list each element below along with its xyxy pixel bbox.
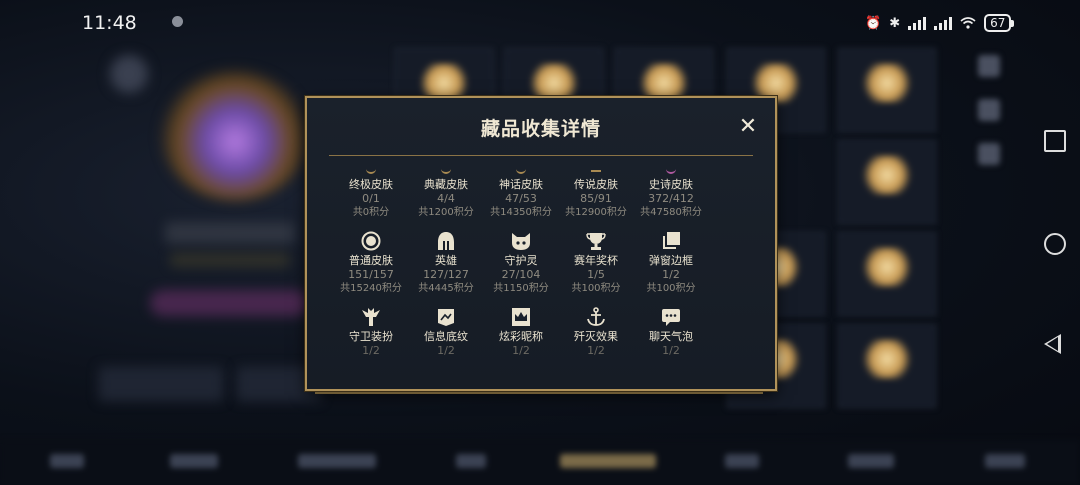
ward-skin-icon (329, 306, 413, 328)
collection-item-chroma-nickname[interactable]: 炫彩昵称 1/2 (479, 306, 563, 358)
blurred-skin-tile (838, 324, 936, 408)
chat-bubble-icon (629, 306, 713, 328)
status-bar: 11:48 ⏰ ✱ 67 (0, 0, 1080, 44)
collection-details-dialog: 藏品收集详情 ✕ 终极皮肤 0/1 共0积分 典藏皮肤 4/4 共1200积分 … (305, 96, 777, 391)
collection-item-chat-bubble[interactable]: 聊天气泡 1/2 (629, 306, 713, 358)
back-button[interactable] (1044, 334, 1061, 354)
signal-icon (908, 16, 927, 30)
signal-icon (934, 16, 953, 30)
system-navigation-bar (1030, 0, 1080, 485)
blurred-player-name (165, 222, 295, 244)
legendary-skin-icon (554, 168, 638, 176)
collection-item-ward-spirit[interactable]: 守护灵 27/104 共1150积分 (479, 230, 563, 296)
blurred-side-toolbar (978, 55, 1006, 187)
collection-item-ward-skin[interactable]: 守卫装扮 1/2 (329, 306, 413, 358)
battery-icon: 67 (984, 14, 1015, 32)
blurred-button (100, 368, 222, 400)
helmet-icon (404, 230, 488, 252)
dialog-bottom-edge (315, 392, 763, 394)
crown-icon (479, 306, 563, 328)
trophy-icon (554, 230, 638, 252)
collection-item-standard-skin[interactable]: 普通皮肤 151/157 共15240积分 (329, 230, 413, 296)
clock: 11:48 (82, 12, 137, 34)
blurred-player-rank (170, 253, 290, 267)
collection-row: 守卫装扮 1/2 信息底纹 1/2 炫彩昵称 1/2 歼灭效果 1/2 聊天气泡… (329, 306, 749, 376)
collection-item-season-trophy[interactable]: 赛年奖杯 1/5 共100积分 (554, 230, 638, 296)
collection-item-epic-skin[interactable]: 史诗皮肤 372/412 共47580积分 (629, 168, 713, 220)
notification-dot-icon (172, 16, 183, 27)
blurred-avatar-icon (110, 55, 148, 93)
standard-skin-icon (329, 230, 413, 252)
bluetooth-icon: ✱ (889, 15, 901, 31)
recent-apps-button[interactable] (1044, 130, 1066, 152)
home-button[interactable] (1044, 233, 1066, 255)
collection-row: 普通皮肤 151/157 共15240积分 英雄 127/127 共4445积分… (329, 230, 749, 300)
dialog-title: 藏品收集详情 (480, 118, 601, 140)
collection-item-legendary-skin[interactable]: 传说皮肤 85/91 共12900积分 (554, 168, 638, 220)
blurred-skin-tile (838, 232, 936, 316)
title-divider (329, 155, 753, 156)
collection-item-ultimate-skin[interactable]: 终极皮肤 0/1 共0积分 (329, 168, 413, 220)
collection-item-mythic-skin[interactable]: 神话皮肤 47/53 共14350积分 (479, 168, 563, 220)
blurred-skin-tile (838, 48, 936, 132)
blurred-profile-emblem (160, 70, 310, 200)
close-button[interactable]: ✕ (737, 116, 759, 138)
status-icons: ⏰ ✱ 67 (865, 14, 1015, 32)
collection-item-info-banner[interactable]: 信息底纹 1/2 (404, 306, 488, 358)
collection-item-dialog-frame[interactable]: 弹窗边框 1/2 共100积分 (629, 230, 713, 296)
collection-row: 终极皮肤 0/1 共0积分 典藏皮肤 4/4 共1200积分 神话皮肤 47/5… (329, 168, 749, 238)
epic-skin-icon (629, 168, 713, 176)
frame-icon (629, 230, 713, 252)
blurred-badge-pill (150, 290, 310, 316)
ultimate-skin-icon (329, 168, 413, 176)
collection-item-ace-effect[interactable]: 歼灭效果 1/2 (554, 306, 638, 358)
mythic-skin-icon (479, 168, 563, 176)
legacy-skin-icon (404, 168, 488, 176)
alarm-icon: ⏰ (865, 15, 882, 31)
banner-icon (404, 306, 488, 328)
ward-spirit-icon (479, 230, 563, 252)
wifi-icon (960, 17, 976, 29)
collection-item-legacy-skin[interactable]: 典藏皮肤 4/4 共1200积分 (404, 168, 488, 220)
anchor-icon (554, 306, 638, 328)
blurred-skin-tile (838, 140, 936, 224)
collection-item-champion[interactable]: 英雄 127/127 共4445积分 (404, 230, 488, 296)
blurred-bottom-tabs (0, 440, 1080, 485)
